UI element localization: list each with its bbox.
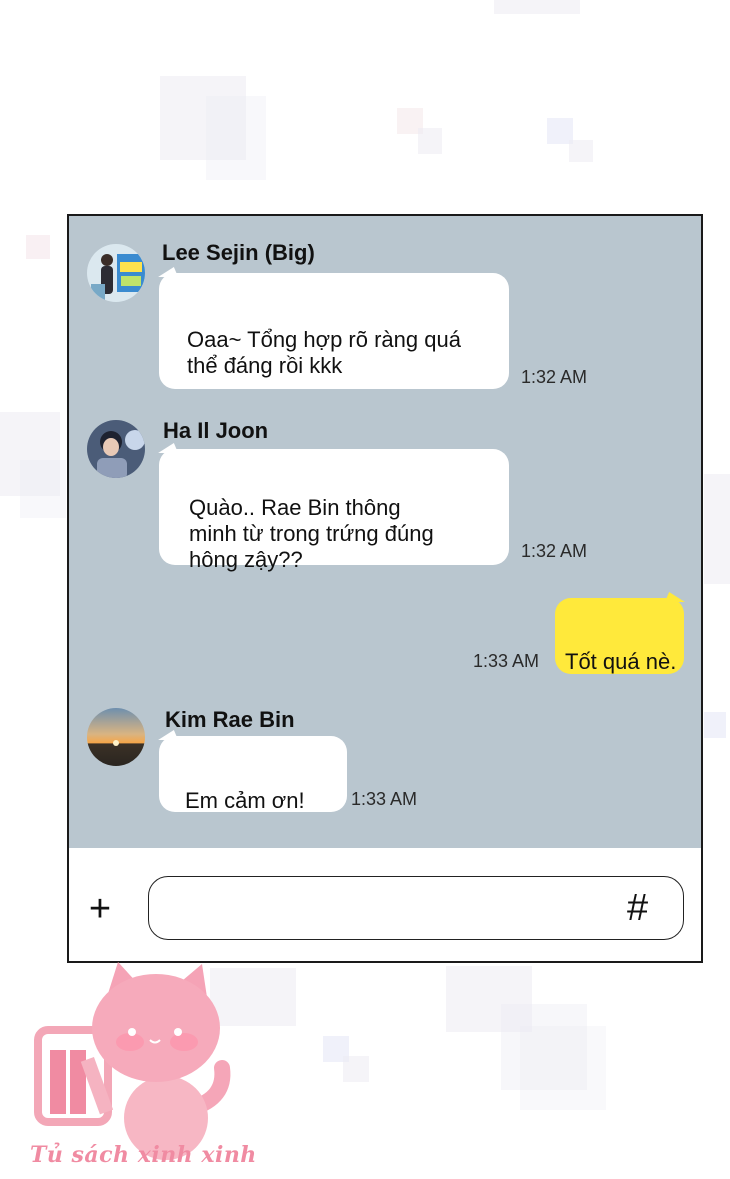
sender-name: Kim Rae Bin — [165, 707, 295, 732]
add-attachment-button[interactable]: + — [83, 890, 117, 928]
message-time: 1:32 AM — [521, 541, 588, 561]
sender-name: Lee Sejin (Big) — [162, 240, 315, 265]
message-text: Em cảm ơn! — [185, 788, 305, 813]
background-decoration — [520, 1026, 606, 1110]
avatar-lee-sejin[interactable] — [87, 244, 145, 302]
message-text: Quào.. Rae Bin thông minh từ trong trứng… — [189, 495, 434, 572]
background-decoration — [494, 0, 580, 14]
background-decoration — [704, 474, 730, 584]
avatar-image — [87, 244, 145, 302]
avatar-image — [87, 420, 145, 478]
message-text: Tốt quá nè. — [565, 649, 677, 674]
background-decoration — [20, 460, 66, 518]
background-decoration — [206, 96, 266, 180]
input-bar: + # — [69, 848, 701, 961]
background-decoration — [418, 128, 442, 154]
avatar-image — [87, 708, 145, 766]
message-time: 1:33 AM — [351, 789, 418, 809]
message-time: 1:33 AM — [473, 651, 540, 671]
message-bubble[interactable]: Em cảm ơn! — [159, 736, 347, 813]
avatar-kim-rae-bin[interactable] — [87, 708, 145, 766]
message-bubble[interactable]: Oaa~ Tổng hợp rõ ràng quá thể đáng rồi k… — [159, 273, 509, 389]
background-decoration — [26, 235, 50, 259]
message-time: 1:32 AM — [521, 367, 588, 387]
background-decoration — [704, 712, 726, 738]
sender-name: Ha Il Joon — [163, 418, 269, 443]
hashtag-button[interactable]: # — [627, 888, 661, 928]
message-bubble[interactable]: Quào.. Rae Bin thông minh từ trong trứng… — [159, 449, 509, 572]
background-decoration — [343, 1056, 369, 1082]
background-decoration — [569, 140, 593, 162]
avatar-ha-il-joon[interactable] — [87, 420, 145, 478]
message-input[interactable] — [148, 876, 684, 940]
message-bubble-outgoing[interactable]: Tốt quá nè. — [555, 598, 684, 674]
message-list[interactable]: Lee Sejin (Big) Oaa~ Tổng hợp rõ ràng qu… — [69, 216, 701, 848]
message-text: Oaa~ Tổng hợp rõ ràng quá thể đáng rồi k… — [187, 327, 461, 378]
watermark-text: Tủ sách xinh xinh — [30, 1142, 257, 1168]
chat-window: Lee Sejin (Big) Oaa~ Tổng hợp rõ ràng qu… — [67, 214, 703, 963]
